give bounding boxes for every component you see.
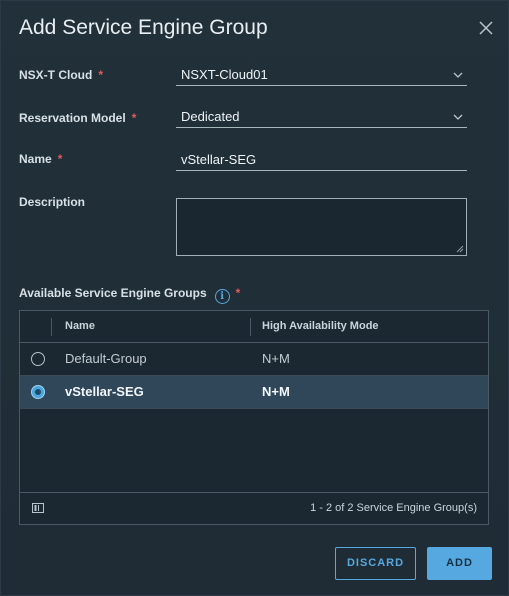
reservation-select-value: Dedicated [181, 109, 240, 124]
dialog-title: Add Service Engine Group [19, 16, 268, 39]
table-row-selected[interactable]: vStellar-SEG N+M [20, 376, 488, 409]
chevron-down-icon [453, 72, 463, 78]
grid-header: Name High Availability Mode [20, 311, 488, 343]
service-engine-groups-grid: Name High Availability Mode Default-Grou… [19, 310, 489, 525]
cloud-label: NSX-T Cloud * [19, 68, 103, 82]
name-input-value: vStellar-SEG [181, 152, 257, 167]
reservation-select[interactable]: Dedicated [176, 108, 467, 128]
reservation-label: Reservation Model * [19, 111, 137, 125]
name-input[interactable]: vStellar-SEG [176, 151, 467, 171]
column-divider [51, 318, 52, 336]
row-radio-selected[interactable] [31, 385, 45, 399]
column-header-name[interactable]: Name [65, 320, 95, 332]
column-toggle-icon[interactable] [32, 503, 44, 513]
row-ha-mode: N+M [262, 384, 290, 399]
chevron-down-icon [453, 114, 463, 120]
table-row[interactable]: Default-Group N+M [20, 343, 488, 376]
discard-button[interactable]: DISCARD [335, 547, 416, 580]
cloud-select[interactable]: NSXT-Cloud01 [176, 66, 467, 86]
close-icon[interactable] [477, 19, 495, 37]
pagination-count: 1 - 2 of 2 Service Engine Group(s) [310, 502, 477, 514]
groups-label: Available Service Engine Groups i * [19, 286, 241, 304]
column-divider[interactable] [250, 318, 251, 336]
row-name: vStellar-SEG [65, 384, 144, 399]
add-button[interactable]: ADD [427, 547, 492, 580]
row-ha-mode: N+M [262, 351, 290, 366]
column-header-ha-mode[interactable]: High Availability Mode [262, 320, 379, 332]
required-mark: * [57, 152, 63, 166]
description-label: Description [19, 195, 86, 209]
row-radio[interactable] [31, 352, 45, 366]
required-mark: * [131, 111, 137, 125]
resize-grip-icon[interactable] [456, 245, 464, 253]
cloud-select-value: NSXT-Cloud01 [181, 67, 268, 82]
required-mark: * [235, 286, 241, 300]
add-service-engine-group-dialog: Add Service Engine Group NSX-T Cloud * NS… [0, 0, 509, 596]
grid-footer: 1 - 2 of 2 Service Engine Group(s) [20, 492, 488, 524]
name-label: Name * [19, 152, 63, 166]
info-icon[interactable]: i [214, 289, 230, 304]
row-name: Default-Group [65, 351, 147, 366]
required-mark: * [98, 68, 103, 82]
description-textarea[interactable] [176, 198, 467, 256]
